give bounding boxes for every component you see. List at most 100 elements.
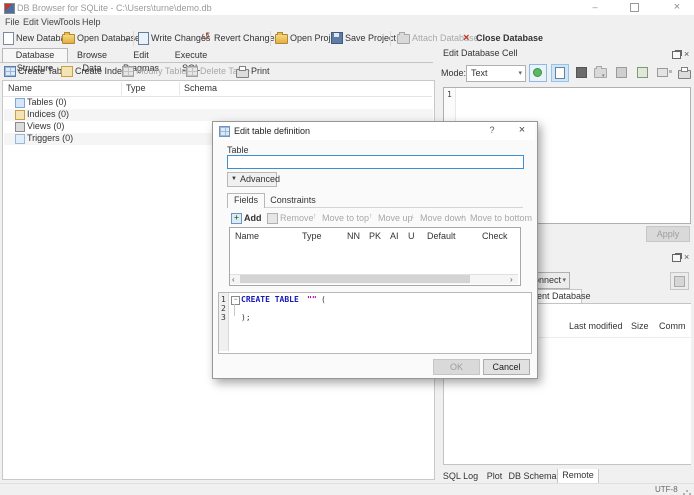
resize-grip[interactable] <box>686 490 688 492</box>
move-down-icon: ↓ <box>411 213 415 220</box>
revert-changes-icon: ↺ <box>201 31 211 43</box>
tab-browse-data[interactable]: Browse Data <box>68 49 116 73</box>
tab-sql-log[interactable]: SQL Log <box>440 470 481 483</box>
fields-col-nn[interactable]: NN <box>347 231 360 241</box>
dock-close-icon[interactable]: × <box>684 49 689 60</box>
remote-refresh-button[interactable] <box>670 272 689 290</box>
menu-tools[interactable]: Tools <box>59 17 80 27</box>
toolbar-separator <box>390 31 391 46</box>
dialog-help-button[interactable]: ? <box>485 125 499 138</box>
dock2-float-icon[interactable] <box>672 254 681 262</box>
tree-header: Name Type Schema <box>3 81 432 97</box>
fields-col-check[interactable]: Check <box>482 231 508 241</box>
advanced-arrow-icon: ▼ <box>231 176 237 182</box>
mode-select[interactable]: Text ▾ <box>466 65 526 82</box>
fullscreen-button[interactable] <box>654 64 670 80</box>
maximize-button[interactable] <box>624 0 644 15</box>
tab-database-structure[interactable]: Database Structure <box>2 48 68 73</box>
col-last-modified[interactable]: Last modified <box>569 321 623 331</box>
tab-edit-pragmas[interactable]: Edit Pragmas <box>116 49 166 73</box>
close-icon: × <box>673 1 681 13</box>
save-project-icon <box>331 32 343 44</box>
fields-col-u[interactable]: U <box>408 231 415 241</box>
fields-col-name[interactable]: Name <box>235 231 259 241</box>
cell-print-button[interactable] <box>676 64 692 80</box>
dock2-close-icon[interactable]: × <box>684 252 689 263</box>
menu-edit[interactable]: Edit <box>23 17 39 27</box>
dialog-tab-fields[interactable]: Fields <box>227 193 265 208</box>
triggers-icon <box>15 134 25 144</box>
import-file-button[interactable]: ▾ <box>592 64 608 80</box>
move-up-icon: ↑ <box>369 213 373 220</box>
null-button[interactable] <box>573 64 589 80</box>
app-window: DB Browser for SQLite - C:\Users\turne\d… <box>0 0 694 495</box>
dialog-close-button[interactable]: × <box>515 124 529 137</box>
dock-float-icon[interactable] <box>672 51 681 59</box>
edit-cell-dock-title: Edit Database Cell <box>443 48 518 58</box>
scroll-right-icon[interactable]: › <box>510 275 513 284</box>
open-in-app-icon <box>616 67 627 78</box>
tree-col-type[interactable]: Type <box>126 83 146 93</box>
remote-refresh-icon <box>674 276 685 287</box>
close-database-icon: × <box>463 32 470 44</box>
import-file-icon <box>594 66 607 78</box>
create-index-icon <box>61 66 73 77</box>
scroll-left-icon[interactable]: ‹ <box>232 275 235 284</box>
move-bottom-icon: ↓ <box>461 213 465 220</box>
cell-print-icon <box>678 67 691 79</box>
sql-string: "" <box>307 295 317 304</box>
tree-item-tables[interactable]: Tables (0) <box>4 97 433 109</box>
encoding-indicator: UTF-8 <box>655 485 678 494</box>
fields-col-default[interactable]: Default <box>427 231 456 241</box>
toolbar-separator <box>270 31 271 46</box>
open-project-icon <box>275 32 288 44</box>
fields-hscrollbar[interactable]: ‹ › <box>230 274 518 284</box>
advanced-button[interactable]: ▼ Advanced <box>227 172 280 187</box>
tree-col-name[interactable]: Name <box>8 83 32 93</box>
table-name-input[interactable] <box>227 155 524 169</box>
cancel-button[interactable]: Cancel <box>483 359 530 375</box>
tables-icon <box>15 98 25 108</box>
sql-keyword: CREATE TABLE <box>241 295 299 304</box>
fold-guide <box>234 304 235 316</box>
tab-remote[interactable]: Remote <box>557 469 599 484</box>
write-changes-icon <box>138 32 149 45</box>
table-label: Table <box>227 145 249 155</box>
text-mode-button[interactable] <box>551 64 569 82</box>
dialog-tab-constraints[interactable]: Constraints <box>265 194 321 207</box>
fold-icon[interactable]: − <box>231 296 240 305</box>
add-icon: + <box>231 213 242 224</box>
open-in-app-button[interactable] <box>613 64 629 80</box>
menu-view[interactable]: View <box>41 17 60 27</box>
fields-col-ai[interactable]: AI <box>390 231 399 241</box>
col-size[interactable]: Size <box>631 321 649 331</box>
tree-col-schema[interactable]: Schema <box>184 83 217 93</box>
apply-button[interactable]: Apply <box>646 226 690 242</box>
fields-table: Name Type NN PK AI U Default Check ‹ › <box>229 227 521 286</box>
delete-table-icon <box>186 66 198 77</box>
export-file-button[interactable] <box>634 64 650 80</box>
dialog-title: Edit table definition <box>234 126 311 136</box>
ok-button[interactable]: OK <box>433 359 480 375</box>
auto-mode-toggle[interactable] <box>529 64 547 82</box>
close-window-button[interactable]: × <box>667 0 687 15</box>
toolbar-separator <box>133 31 134 46</box>
maximize-icon <box>629 3 639 12</box>
fields-col-type[interactable]: Type <box>302 231 322 241</box>
tab-plot[interactable]: Plot <box>481 470 508 483</box>
tree-item-indices[interactable]: Indices (0) <box>4 109 433 121</box>
col-commit[interactable]: Comm <box>659 321 686 331</box>
menu-file[interactable]: File <box>5 17 20 27</box>
fields-col-pk[interactable]: PK <box>369 231 381 241</box>
scroll-thumb[interactable] <box>240 275 470 283</box>
move-top-icon: ↑ <box>313 213 317 220</box>
open-database-dropdown[interactable]: ▾ <box>125 37 128 44</box>
auto-mode-icon <box>533 68 542 77</box>
tab-db-schema[interactable]: DB Schema <box>508 470 557 483</box>
attach-database-icon <box>397 32 410 44</box>
null-icon <box>576 67 587 78</box>
tab-execute-sql[interactable]: Execute SQL <box>166 49 216 73</box>
overflow-icon[interactable] <box>669 70 672 73</box>
menu-help[interactable]: Help <box>82 17 101 27</box>
minimize-button[interactable]: – <box>585 0 605 15</box>
